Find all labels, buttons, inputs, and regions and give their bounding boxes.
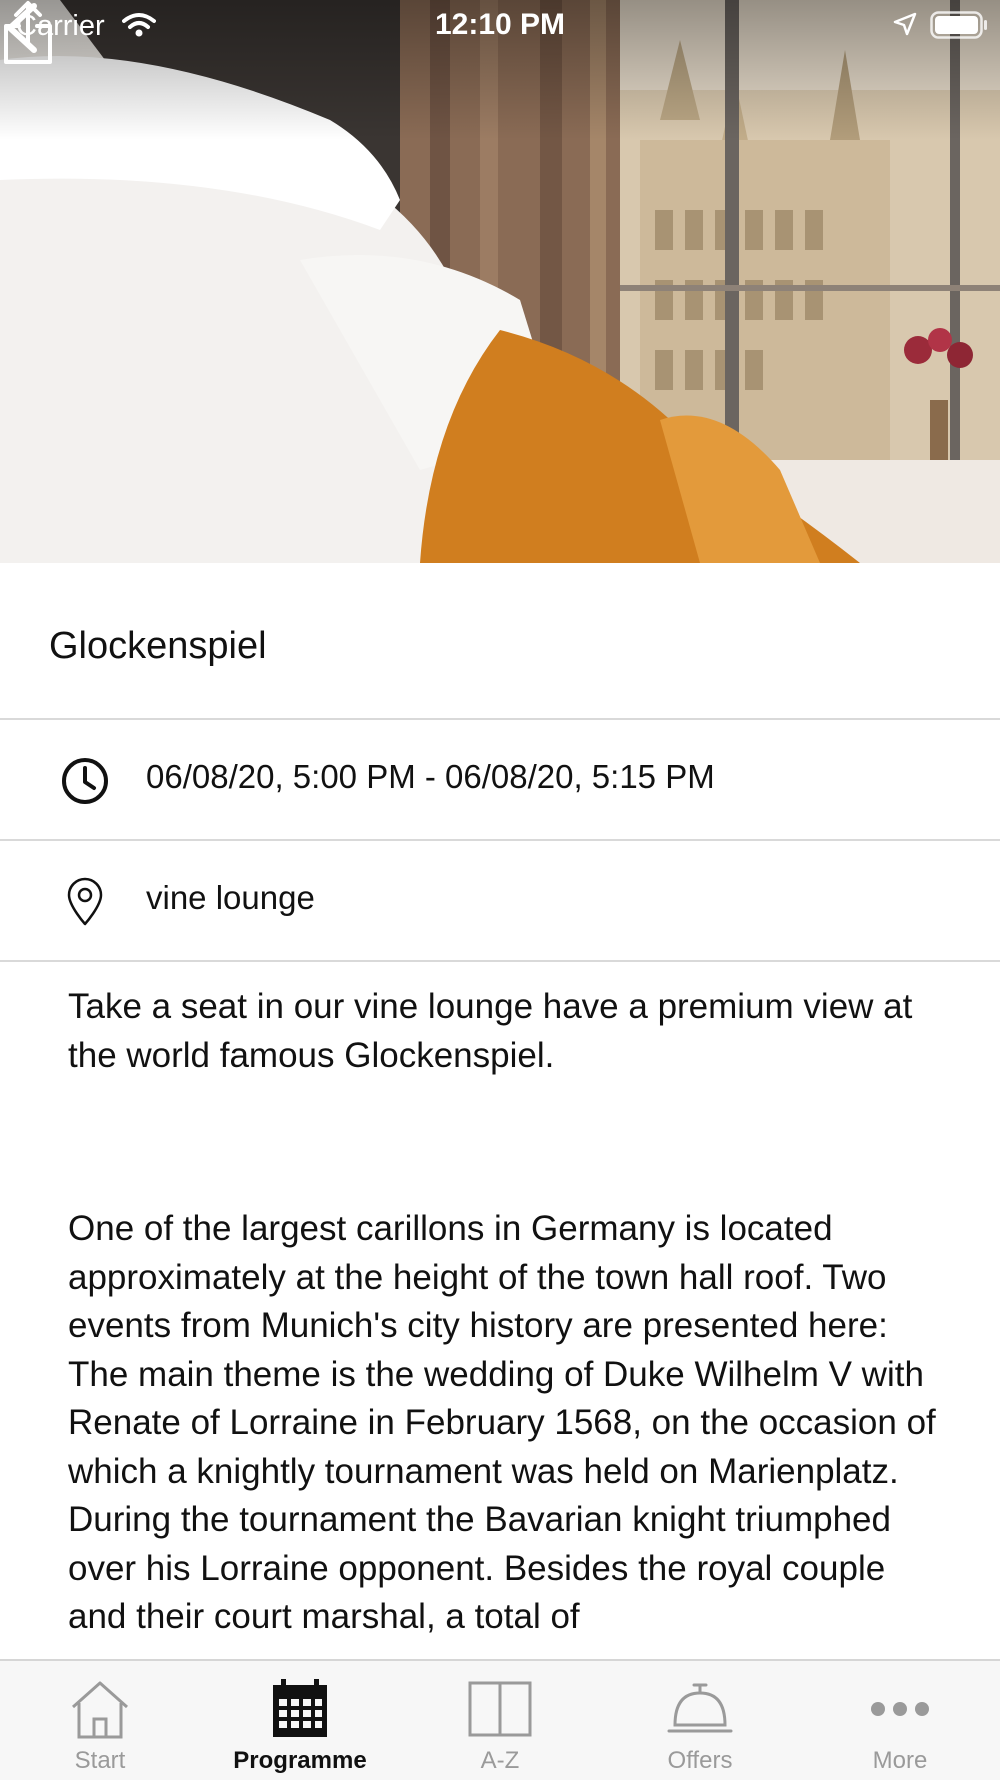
- service-bell-icon: [667, 1683, 733, 1733]
- tab-label: A-Z: [480, 1747, 520, 1774]
- divider: [0, 960, 1000, 962]
- description-body: One of the largest carillons in Germany …: [68, 1209, 936, 1636]
- hero-image: Carrier 12:10 PM: [0, 0, 1000, 563]
- clock-icon: [62, 758, 108, 804]
- event-title: Glockenspiel: [49, 625, 267, 667]
- event-description: Take a seat in our vine lounge have a pr…: [68, 983, 948, 1642]
- battery-icon: [930, 11, 987, 39]
- tab-label: Start: [74, 1747, 126, 1774]
- tab-programme[interactable]: Programme: [200, 1661, 400, 1780]
- event-location-row[interactable]: vine lounge: [0, 841, 1000, 959]
- event-location: vine lounge: [146, 879, 315, 916]
- calendar-icon: [273, 1679, 327, 1737]
- event-datetime: 06/08/20, 5:00 PM - 06/08/20, 5:15 PM: [146, 758, 715, 795]
- tab-offers[interactable]: Offers: [600, 1661, 800, 1780]
- location-arrow-icon: [893, 12, 917, 36]
- hero-illustration: [0, 0, 1000, 563]
- tab-label: Programme: [233, 1747, 367, 1774]
- map-pin-icon: [67, 877, 103, 926]
- event-datetime-row: 06/08/20, 5:00 PM - 06/08/20, 5:15 PM: [0, 720, 1000, 838]
- tab-label: More: [872, 1747, 928, 1774]
- tab-a-z[interactable]: A-Z: [400, 1661, 600, 1780]
- tab-start[interactable]: Start: [0, 1661, 200, 1780]
- tab-bar: Start Programme A-Z Offers More: [0, 1659, 1000, 1780]
- tab-label: Offers: [667, 1747, 733, 1774]
- clock: 12:10 PM: [434, 8, 566, 41]
- description-intro: Take a seat in our vine lounge have a pr…: [68, 987, 913, 1075]
- share-icon: [4, 1, 52, 64]
- tab-more[interactable]: More: [800, 1661, 1000, 1780]
- share-button[interactable]: [0, 0, 56, 66]
- status-bar: Carrier 12:10 PM: [0, 0, 1000, 50]
- house-icon: [72, 1681, 128, 1739]
- book-icon: [468, 1681, 532, 1737]
- more-dots-icon: [871, 1702, 929, 1716]
